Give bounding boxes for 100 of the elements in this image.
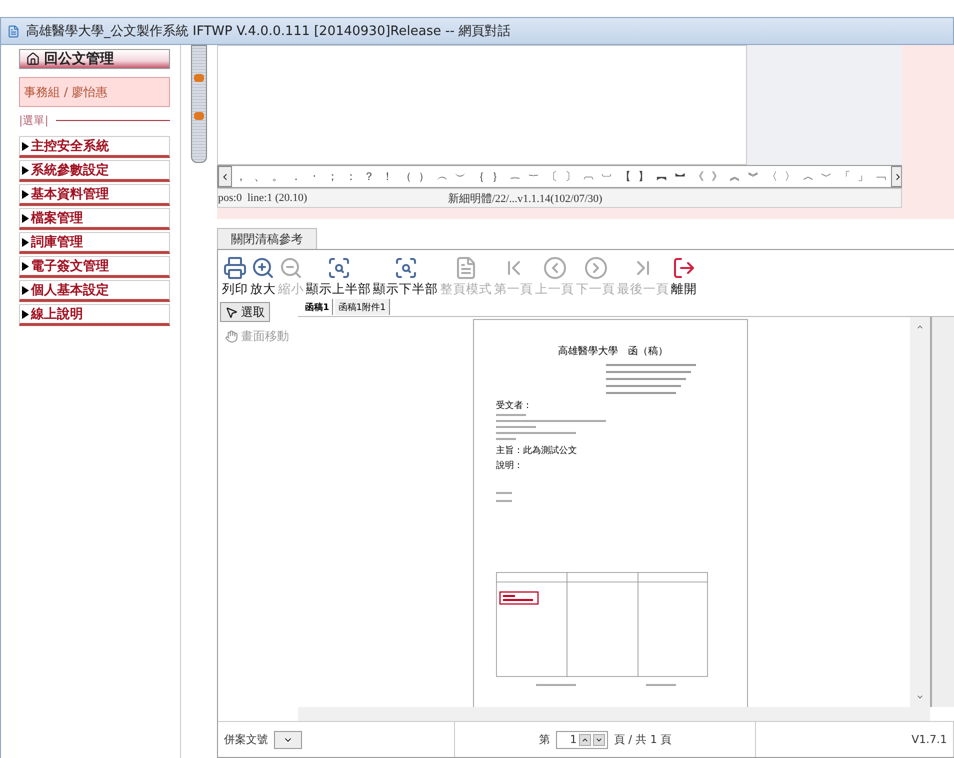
toolbar-button[interactable]: 離開 — [671, 255, 697, 298]
app-icon — [7, 24, 20, 38]
document-tab[interactable]: 函稿1 — [302, 299, 334, 315]
home-icon — [26, 52, 40, 66]
symbol-key[interactable]: ｛ — [470, 169, 488, 184]
spin-down-button[interactable] — [592, 734, 605, 746]
cursor-position: pos:0 line:1 (20.10) — [218, 192, 308, 204]
symbol-key[interactable]: 、 — [250, 169, 269, 184]
triangle-icon — [22, 142, 29, 150]
symbol-key[interactable]: ‧ — [305, 170, 324, 183]
recipient-label: 受文者： — [496, 399, 532, 412]
toolbar-button[interactable]: 顯示下半部 — [373, 255, 438, 298]
zoom-in-icon — [251, 256, 275, 280]
symbol-key[interactable]: ︺ — [598, 169, 616, 184]
font-info: 新細明體/22/...v1.1.14(102/07/30) — [448, 192, 602, 206]
chevron-down-icon — [916, 693, 924, 701]
symbol-key[interactable]: ︾ — [744, 169, 763, 184]
pointer-icon — [225, 306, 238, 318]
user-label: 事務組 / 廖怡惠 — [19, 77, 170, 107]
symbol-key[interactable]: 「 — [836, 169, 854, 184]
triangle-icon — [22, 166, 29, 174]
symbol-key[interactable]: 」 — [854, 169, 872, 184]
symbol-key[interactable]: ） — [414, 169, 434, 184]
scroll-right-button[interactable] — [890, 166, 901, 187]
symbol-key[interactable]: 《 — [689, 169, 708, 184]
triangle-icon — [22, 238, 29, 246]
page-count: 頁 / 共 1 頁 — [614, 732, 672, 747]
page-field[interactable]: 1 — [556, 730, 608, 748]
version-label: V1.7.1 — [911, 733, 947, 746]
merge-label: 併案文號 — [224, 732, 268, 747]
reference-tab[interactable]: 關閉清稿參考 — [217, 228, 317, 249]
magnifier-icon — [326, 256, 350, 280]
symbol-key[interactable]: ﹀ — [818, 169, 836, 184]
symbol-key[interactable]: 】 — [634, 169, 653, 184]
symbol-key[interactable]: 〔 — [543, 169, 562, 184]
menu-label: |選單| — [19, 113, 48, 128]
symbol-key[interactable]: ︶ — [452, 169, 470, 184]
magnifier-icon — [394, 256, 418, 280]
scroll-left-button[interactable] — [218, 166, 232, 187]
menu-item[interactable]: 檔案管理 — [19, 208, 170, 230]
merge-dropdown[interactable] — [274, 730, 302, 748]
symbol-key[interactable]: 〉 — [780, 169, 800, 184]
chevron-up-icon — [916, 323, 924, 331]
symbol-key[interactable]: ﹁ — [872, 169, 891, 184]
triangle-icon — [22, 190, 29, 198]
exit-icon — [672, 256, 696, 280]
symbol-key[interactable]: ︹ — [580, 169, 598, 184]
circle-left-icon — [542, 256, 566, 280]
menu-item[interactable]: 主控安全系統 — [19, 136, 170, 158]
zoom-out-icon — [279, 256, 303, 280]
symbol-key[interactable]: 。 — [268, 169, 287, 184]
symbol-key[interactable]: 〕 — [561, 169, 580, 184]
menu-item[interactable]: 基本資料管理 — [19, 184, 170, 206]
hand-icon — [225, 330, 238, 342]
symbol-key[interactable]: 》 — [708, 169, 726, 184]
symbol-key[interactable]: （ — [396, 169, 415, 184]
toolbar-button[interactable]: 放大 — [250, 255, 276, 298]
menu-item[interactable]: 系統參數設定 — [19, 160, 170, 182]
symbol-key[interactable]: ？ — [360, 169, 378, 184]
menu-item[interactable]: 個人基本設定 — [19, 280, 170, 302]
spin-up-button[interactable] — [578, 734, 591, 746]
triangle-icon — [22, 310, 29, 318]
printer-icon — [223, 256, 247, 280]
triangle-icon — [22, 262, 29, 270]
description-label: 說明： — [496, 459, 523, 472]
page-prefix: 第 — [538, 732, 550, 747]
symbol-key[interactable]: ︵ — [433, 169, 452, 184]
triangle-icon — [22, 286, 29, 294]
menu-item[interactable]: 詞庫管理 — [19, 232, 170, 254]
symbol-key[interactable]: ！ — [378, 169, 397, 184]
symbol-key[interactable]: ︻ — [652, 169, 672, 184]
menu-item[interactable]: 線上說明 — [19, 304, 170, 326]
splitter-handle[interactable] — [191, 45, 207, 163]
triangle-icon — [22, 214, 29, 222]
home-button[interactable]: 回公文管理 — [19, 49, 170, 69]
symbol-key[interactable]: ， — [232, 169, 250, 184]
toolbar-button[interactable]: 顯示上半部 — [306, 255, 371, 298]
subject-line: 主旨：此為測試公文 — [496, 444, 577, 457]
circle-right-icon — [584, 256, 608, 280]
horizontal-scrollbar[interactable] — [298, 707, 930, 721]
document-heading: 高雄醫學大學 函（稿） — [558, 344, 668, 358]
symbol-key[interactable]: ︼ — [671, 169, 690, 184]
toolbar-button[interactable]: 列印 — [222, 255, 248, 298]
symbol-key[interactable]: 〈 — [762, 169, 781, 184]
symbol-key[interactable]: ︽ — [726, 169, 744, 184]
symbol-key[interactable]: ︷ — [506, 169, 525, 184]
tool-button[interactable]: 選取 — [220, 302, 270, 322]
symbol-key[interactable]: ｝ — [488, 169, 506, 184]
symbol-key[interactable]: ︸ — [524, 169, 544, 184]
document-icon — [454, 256, 478, 280]
window-title: 高雄醫學大學_公文製作系統 IFTWP V.4.0.0.111 [20140930]Release -- 網頁對話 — [26, 23, 511, 40]
symbol-key[interactable]: 【 — [616, 169, 635, 184]
symbol-key[interactable]: ： — [342, 169, 360, 184]
symbol-key[interactable]: ． — [286, 169, 306, 184]
signer-lines — [496, 492, 512, 502]
symbol-key[interactable]: ︿ — [799, 169, 818, 184]
document-tab[interactable]: 函稿1附件1 — [335, 299, 390, 315]
text-editor[interactable] — [217, 45, 747, 165]
symbol-key[interactable]: ； — [323, 169, 342, 184]
menu-item[interactable]: 電子簽文管理 — [19, 256, 170, 278]
